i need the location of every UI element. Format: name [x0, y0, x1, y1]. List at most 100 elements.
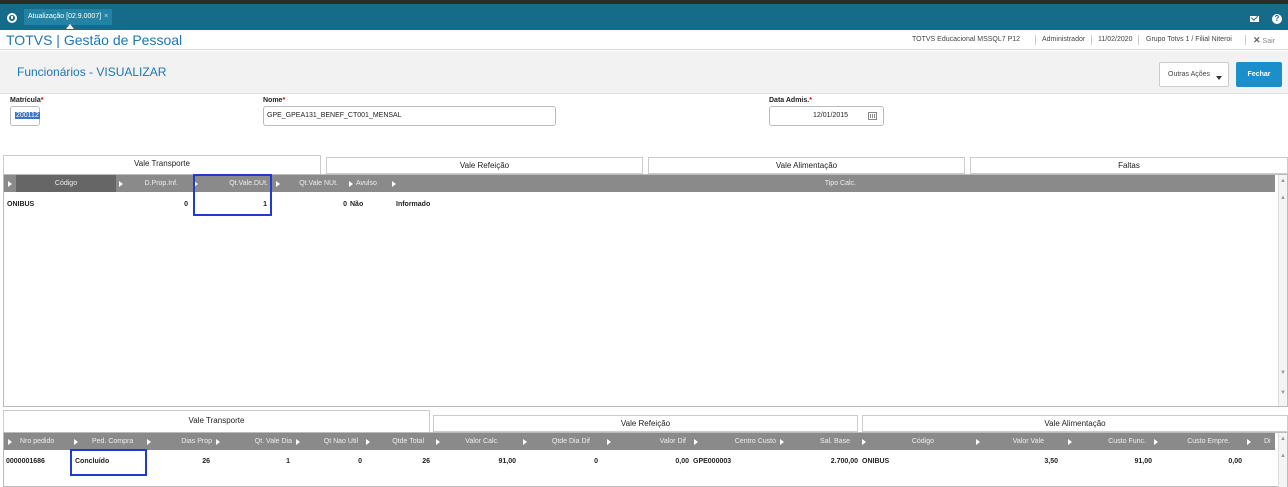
exit-label: Sair — [1262, 38, 1275, 45]
highlight-box — [70, 449, 147, 476]
col-nro-pedido[interactable]: Nro pedido — [20, 433, 70, 450]
divider — [1035, 35, 1036, 45]
sort-icon — [1154, 439, 1158, 445]
col-tipo-calc[interactable]: Tipo Calc. — [404, 175, 856, 192]
tab-vale-transporte-bottom[interactable]: Vale Transporte — [3, 410, 430, 432]
company-label[interactable]: Grupo Totvs 1 / Filial Niteroi — [1146, 36, 1232, 43]
routine-tab-label: Atualização [02.9.0007] — [28, 13, 102, 20]
divider — [1091, 35, 1092, 45]
cell-valor-vale[interactable]: 3,50 — [1000, 458, 1058, 465]
scroll-top-icon[interactable]: ▲ — [1280, 436, 1286, 442]
sort-icon — [296, 439, 300, 445]
col-di[interactable]: Di — [1264, 433, 1275, 450]
scroll-top-icon[interactable]: ▲ — [1280, 178, 1286, 184]
tab-vale-alimentacao-bottom[interactable]: Vale Alimentação — [862, 415, 1288, 432]
col-valor-vale[interactable]: Valor Vale — [982, 433, 1044, 450]
col-centro-custo[interactable]: Centro Custo — [700, 433, 776, 450]
date-label: 11/02/2020 — [1098, 36, 1133, 43]
vertical-scrollbar[interactable]: ▲ ▲ ▼ ▼ — [1278, 175, 1287, 406]
active-tab-marker — [66, 24, 74, 29]
cell-qtde-total[interactable]: 26 — [370, 458, 430, 465]
sort-icon — [276, 181, 280, 187]
other-actions-button[interactable]: Outras Ações — [1159, 62, 1229, 87]
col-dprop[interactable]: D.Prop.Inf. — [124, 175, 178, 192]
sort-icon — [862, 439, 866, 445]
environment-label: TOTVS Educacional MSSQL7 P12 — [912, 36, 1021, 43]
cell-dias-prop[interactable]: 26 — [150, 458, 210, 465]
cell-avulso[interactable]: Não — [350, 201, 363, 208]
matricula-label: Matrícula* — [10, 97, 44, 104]
col-qtde-dia-dif[interactable]: Qtde Dia Dif — [530, 433, 590, 450]
tab-vale-refeicao-bottom[interactable]: Vale Refeição — [433, 415, 858, 432]
col-qtde-total[interactable]: Qtde Total — [372, 433, 424, 450]
cell-qt-vale-dia[interactable]: 1 — [230, 458, 290, 465]
scroll-bottom-icon[interactable]: ▼ — [1280, 390, 1286, 396]
cell-nro-pedido[interactable]: 0000001686 — [6, 458, 45, 465]
sort-icon — [780, 439, 784, 445]
col-custo-empre[interactable]: Custo Empre. — [1160, 433, 1230, 450]
close-button[interactable]: Fechar — [1236, 62, 1282, 87]
col-codigo[interactable]: Código — [16, 175, 116, 192]
other-actions-label: Outras Ações — [1168, 71, 1211, 78]
col-qt-vale-nut[interactable]: Qt.Vale NUt. — [282, 175, 338, 192]
row-indicator-icon — [8, 439, 12, 445]
vertical-scrollbar-bottom[interactable]: ▲ ▲ — [1278, 433, 1287, 487]
col-qt-vale-dia[interactable]: Qt. Vale Dia — [222, 433, 292, 450]
cell-qt-nao-util[interactable]: 0 — [300, 458, 362, 465]
col-dias-prop[interactable]: Dias Prop — [154, 433, 212, 450]
col-ped-compra[interactable]: Ped. Compra — [92, 433, 144, 450]
cell-custo-func[interactable]: 91,00 — [1090, 458, 1152, 465]
sort-icon — [216, 439, 220, 445]
menu-icon[interactable] — [7, 13, 17, 23]
cell-qt-vale-nut[interactable]: 0 — [300, 201, 347, 208]
cell-dprop[interactable]: 0 — [140, 201, 188, 208]
divider — [1245, 35, 1246, 45]
scroll-up-icon[interactable]: ▲ — [1280, 195, 1286, 201]
cell-sal-base[interactable]: 2.700,00 — [790, 458, 858, 465]
sort-icon — [694, 439, 698, 445]
sort-icon — [436, 439, 440, 445]
divider — [1138, 35, 1139, 45]
page-title: Funcionários - VISUALIZAR — [17, 65, 167, 79]
routine-tab[interactable]: Atualização [02.9.0007] × — [24, 9, 113, 25]
scroll-up-icon[interactable]: ▲ — [1280, 453, 1286, 459]
scroll-down-icon[interactable]: ▼ — [1280, 370, 1286, 376]
col-custo-func[interactable]: Custo Func. — [1074, 433, 1146, 450]
data-admissao-value: 12/01/2015 — [813, 112, 849, 119]
help-icon[interactable]: ? — [1272, 14, 1282, 24]
nome-field[interactable]: GPE_GPEA131_BENEF_CT001_MENSAL — [263, 106, 556, 126]
cell-codigo-bottom[interactable]: ONIBUS — [862, 458, 889, 465]
col-codigo-bottom[interactable]: Código — [870, 433, 934, 450]
mail-icon[interactable] — [1250, 16, 1259, 22]
calendar-icon[interactable] — [868, 112, 877, 120]
tab-faltas[interactable]: Faltas — [970, 157, 1288, 174]
col-avulso[interactable]: Avulso — [356, 175, 390, 192]
sort-icon — [349, 181, 353, 187]
cell-qtde-dia-dif[interactable]: 0 — [540, 458, 598, 465]
row-indicator-icon — [8, 181, 12, 187]
matricula-field[interactable]: 200112 — [10, 106, 40, 126]
col-sal-base[interactable]: Sal. Base — [788, 433, 850, 450]
tab-vale-refeicao[interactable]: Vale Refeição — [326, 157, 643, 174]
cell-codigo[interactable]: ONIBUS — [7, 201, 34, 208]
col-qt-nao-util[interactable]: Qt Nao Util — [302, 433, 358, 450]
sort-icon — [523, 439, 527, 445]
sort-icon — [119, 181, 123, 187]
tab-vale-alimentacao[interactable]: Vale Alimentação — [648, 157, 965, 174]
cell-custo-empre[interactable]: 0,00 — [1180, 458, 1242, 465]
exit-button[interactable]: ✕ Sair — [1253, 35, 1275, 46]
cell-valor-calc[interactable]: 91,00 — [460, 458, 516, 465]
data-admissao-field[interactable]: 12/01/2015 — [769, 106, 884, 126]
app-title-bar: Atualização [02.9.0007] × ? — [0, 4, 1288, 30]
close-tab-icon[interactable]: × — [104, 13, 108, 20]
cell-valor-dif[interactable]: 0,00 — [630, 458, 689, 465]
col-valor-dif[interactable]: Valor Dif — [614, 433, 686, 450]
sort-icon — [74, 439, 78, 445]
tab-vale-transporte[interactable]: Vale Transporte — [3, 155, 321, 174]
sort-icon — [366, 439, 370, 445]
matricula-value: 200112 — [15, 112, 40, 119]
cell-centro-custo[interactable]: GPE000003 — [693, 458, 731, 465]
col-valor-calc[interactable]: Valor Calc. — [444, 433, 499, 450]
cell-tipo-calc[interactable]: Informado — [396, 201, 430, 208]
sort-icon — [1247, 439, 1251, 445]
